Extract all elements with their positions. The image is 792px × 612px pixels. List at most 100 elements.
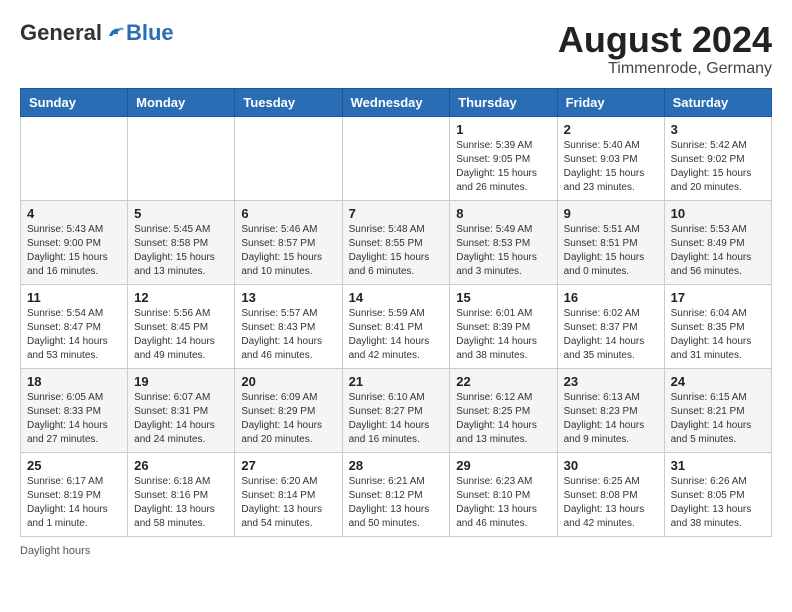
calendar-cell: 19 Sunrise: 6:07 AM Sunset: 8:31 PM Dayli… xyxy=(128,368,235,452)
day-of-week-saturday: Saturday xyxy=(664,88,771,116)
calendar-cell: 26Sunrise: 6:18 AM Sunset: 8:16 PM Dayli… xyxy=(128,452,235,536)
day-number: 22 xyxy=(456,374,550,389)
calendar-cell: 17 Sunrise: 6:04 AM Sunset: 8:35 PM Dayli… xyxy=(664,284,771,368)
calendar-cell: 28 Sunrise: 6:21 AM Sunset: 8:12 PM Dayli… xyxy=(342,452,450,536)
calendar-cell: 30 Sunrise: 6:25 AM Sunset: 8:08 PM Dayli… xyxy=(557,452,664,536)
day-info: Sunrise: 5:46 AM Sunset: 8:57 PM Dayligh… xyxy=(241,223,335,279)
calendar-week-2: 4 Sunrise: 5:43 AM Sunset: 9:00 PM Daylig… xyxy=(21,200,772,284)
calendar-cell: 15 Sunrise: 6:01 AM Sunset: 8:39 PM Dayli… xyxy=(450,284,557,368)
logo-bird-icon xyxy=(106,24,124,42)
day-info: Sunrise: 5:43 AM Sunset: 9:00 PM Dayligh… xyxy=(27,223,121,279)
day-info: Sunrise: 5:54 AM Sunset: 8:47 PM Dayligh… xyxy=(27,307,121,363)
logo-blue-text: Blue xyxy=(126,20,174,46)
calendar-week-3: 11 Sunrise: 5:54 AM Sunset: 8:47 PM Dayli… xyxy=(21,284,772,368)
calendar-cell: 29 Sunrise: 6:23 AM Sunset: 8:10 PM Dayli… xyxy=(450,452,557,536)
day-number: 3 xyxy=(671,122,765,137)
day-of-week-friday: Friday xyxy=(557,88,664,116)
day-number: 18 xyxy=(27,374,121,389)
calendar-cell: 21 Sunrise: 6:10 AM Sunset: 8:27 PM Dayli… xyxy=(342,368,450,452)
day-info: Sunrise: 5:59 AM Sunset: 8:41 PM Dayligh… xyxy=(349,307,444,363)
calendar-cell: 9 Sunrise: 5:51 AM Sunset: 8:51 PM Daylig… xyxy=(557,200,664,284)
day-info: Sunrise: 5:57 AM Sunset: 8:43 PM Dayligh… xyxy=(241,307,335,363)
day-number: 6 xyxy=(241,206,335,221)
calendar-week-4: 18 Sunrise: 6:05 AM Sunset: 8:33 PM Dayli… xyxy=(21,368,772,452)
day-number: 23 xyxy=(564,374,658,389)
day-number: 9 xyxy=(564,206,658,221)
day-number: 20 xyxy=(241,374,335,389)
day-info: Sunrise: 6:02 AM Sunset: 8:37 PM Dayligh… xyxy=(564,307,658,363)
day-number: 8 xyxy=(456,206,550,221)
calendar-cell: 23Sunrise: 6:13 AM Sunset: 8:23 PM Dayli… xyxy=(557,368,664,452)
calendar-cell: 11 Sunrise: 5:54 AM Sunset: 8:47 PM Dayli… xyxy=(21,284,128,368)
day-number: 25 xyxy=(27,458,121,473)
day-info: Sunrise: 6:26 AM Sunset: 8:05 PM Dayligh… xyxy=(671,475,765,531)
calendar-cell: 8 Sunrise: 5:49 AM Sunset: 8:53 PM Daylig… xyxy=(450,200,557,284)
calendar-cell: 24 Sunrise: 6:15 AM Sunset: 8:21 PM Dayli… xyxy=(664,368,771,452)
month-year-title: August 2024 xyxy=(558,20,772,60)
daylight-hours-label: Daylight hours xyxy=(20,545,90,557)
day-info: Sunrise: 6:12 AM Sunset: 8:25 PM Dayligh… xyxy=(456,391,550,447)
day-number: 26 xyxy=(134,458,228,473)
calendar-cell: 31 Sunrise: 6:26 AM Sunset: 8:05 PM Dayli… xyxy=(664,452,771,536)
day-number: 17 xyxy=(671,290,765,305)
logo: General Blue xyxy=(20,20,174,46)
day-number: 30 xyxy=(564,458,658,473)
day-info: Sunrise: 6:07 AM Sunset: 8:31 PM Dayligh… xyxy=(134,391,228,447)
day-info: Sunrise: 6:05 AM Sunset: 8:33 PM Dayligh… xyxy=(27,391,121,447)
day-info: Sunrise: 6:25 AM Sunset: 8:08 PM Dayligh… xyxy=(564,475,658,531)
calendar-cell: 6 Sunrise: 5:46 AM Sunset: 8:57 PM Daylig… xyxy=(235,200,342,284)
day-number: 14 xyxy=(349,290,444,305)
day-info: Sunrise: 6:01 AM Sunset: 8:39 PM Dayligh… xyxy=(456,307,550,363)
calendar-cell: 27 Sunrise: 6:20 AM Sunset: 8:14 PM Dayli… xyxy=(235,452,342,536)
day-info: Sunrise: 6:04 AM Sunset: 8:35 PM Dayligh… xyxy=(671,307,765,363)
day-info: Sunrise: 6:17 AM Sunset: 8:19 PM Dayligh… xyxy=(27,475,121,531)
calendar-cell: 13Sunrise: 5:57 AM Sunset: 8:43 PM Dayli… xyxy=(235,284,342,368)
calendar-week-1: 1Sunrise: 5:39 AM Sunset: 9:05 PM Daylig… xyxy=(21,116,772,200)
day-number: 15 xyxy=(456,290,550,305)
day-number: 29 xyxy=(456,458,550,473)
day-info: Sunrise: 5:53 AM Sunset: 8:49 PM Dayligh… xyxy=(671,223,765,279)
calendar-cell: 3 Sunrise: 5:42 AM Sunset: 9:02 PM Daylig… xyxy=(664,116,771,200)
day-info: Sunrise: 6:23 AM Sunset: 8:10 PM Dayligh… xyxy=(456,475,550,531)
day-number: 24 xyxy=(671,374,765,389)
calendar-cell: 18 Sunrise: 6:05 AM Sunset: 8:33 PM Dayli… xyxy=(21,368,128,452)
calendar-cell: 25 Sunrise: 6:17 AM Sunset: 8:19 PM Dayli… xyxy=(21,452,128,536)
day-info: Sunrise: 5:51 AM Sunset: 8:51 PM Dayligh… xyxy=(564,223,658,279)
day-of-week-sunday: Sunday xyxy=(21,88,128,116)
day-number: 31 xyxy=(671,458,765,473)
calendar-cell xyxy=(342,116,450,200)
day-info: Sunrise: 5:40 AM Sunset: 9:03 PM Dayligh… xyxy=(564,139,658,195)
day-of-week-thursday: Thursday xyxy=(450,88,557,116)
day-info: Sunrise: 6:10 AM Sunset: 8:27 PM Dayligh… xyxy=(349,391,444,447)
days-of-week-row: SundayMondayTuesdayWednesdayThursdayFrid… xyxy=(21,88,772,116)
title-section: August 2024 Timmenrode, Germany xyxy=(558,20,772,78)
day-info: Sunrise: 6:21 AM Sunset: 8:12 PM Dayligh… xyxy=(349,475,444,531)
logo-general-text: General xyxy=(20,20,102,46)
calendar-cell: 12Sunrise: 5:56 AM Sunset: 8:45 PM Dayli… xyxy=(128,284,235,368)
day-number: 28 xyxy=(349,458,444,473)
day-info: Sunrise: 6:09 AM Sunset: 8:29 PM Dayligh… xyxy=(241,391,335,447)
day-number: 21 xyxy=(349,374,444,389)
calendar-cell xyxy=(128,116,235,200)
day-number: 16 xyxy=(564,290,658,305)
calendar-cell: 10Sunrise: 5:53 AM Sunset: 8:49 PM Dayli… xyxy=(664,200,771,284)
day-number: 11 xyxy=(27,290,121,305)
calendar-table: SundayMondayTuesdayWednesdayThursdayFrid… xyxy=(20,88,772,537)
calendar-cell: 14 Sunrise: 5:59 AM Sunset: 8:41 PM Dayli… xyxy=(342,284,450,368)
day-number: 12 xyxy=(134,290,228,305)
day-info: Sunrise: 6:20 AM Sunset: 8:14 PM Dayligh… xyxy=(241,475,335,531)
calendar-body: 1Sunrise: 5:39 AM Sunset: 9:05 PM Daylig… xyxy=(21,116,772,536)
day-number: 27 xyxy=(241,458,335,473)
day-number: 5 xyxy=(134,206,228,221)
day-number: 1 xyxy=(456,122,550,137)
calendar-cell xyxy=(21,116,128,200)
day-info: Sunrise: 5:45 AM Sunset: 8:58 PM Dayligh… xyxy=(134,223,228,279)
day-info: Sunrise: 6:15 AM Sunset: 8:21 PM Dayligh… xyxy=(671,391,765,447)
day-info: Sunrise: 5:42 AM Sunset: 9:02 PM Dayligh… xyxy=(671,139,765,195)
calendar-cell xyxy=(235,116,342,200)
day-number: 4 xyxy=(27,206,121,221)
day-of-week-wednesday: Wednesday xyxy=(342,88,450,116)
location-subtitle: Timmenrode, Germany xyxy=(558,60,772,78)
day-info: Sunrise: 5:49 AM Sunset: 8:53 PM Dayligh… xyxy=(456,223,550,279)
day-number: 19 xyxy=(134,374,228,389)
